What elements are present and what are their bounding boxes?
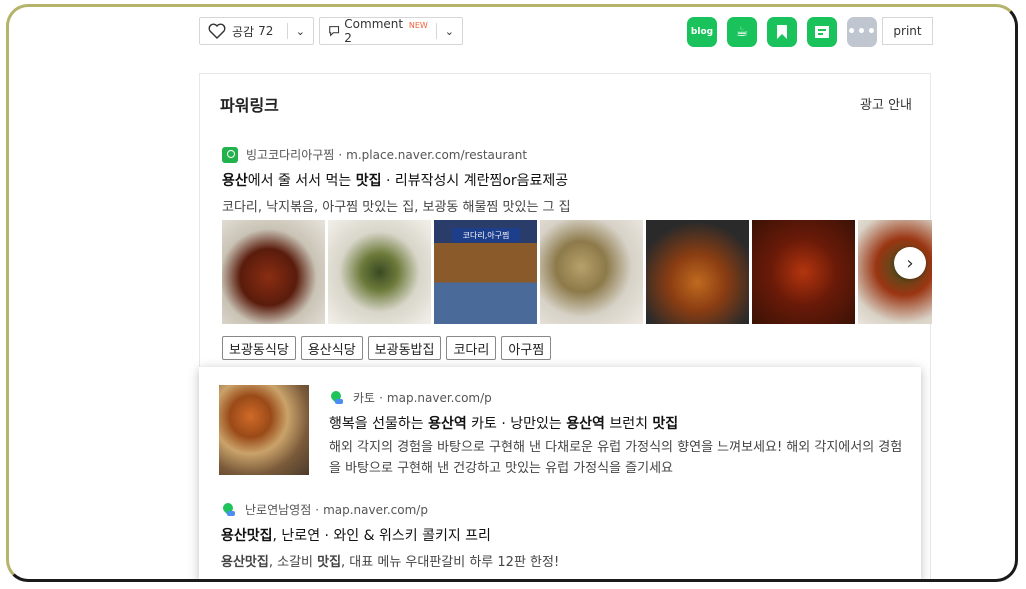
print-button[interactable]: print: [882, 17, 933, 45]
headline-keyword: 맛집: [652, 416, 679, 432]
more-icon: •••: [847, 24, 877, 40]
headline-keyword: 맛집: [355, 173, 382, 189]
heart-icon: [208, 23, 226, 39]
chevron-down-icon: ⌄: [295, 24, 305, 38]
like-dropdown[interactable]: ⌄: [288, 18, 313, 44]
blog-icon: blog: [690, 27, 714, 37]
ad-headline[interactable]: 행복을 선물하는 용산역 카토 · 낭만있는 용산역 브런치 맛집: [329, 413, 678, 433]
food-photo[interactable]: [328, 220, 431, 324]
share-memo-button[interactable]: [807, 17, 837, 47]
ad-site-url: map.naver.com/p: [323, 502, 428, 517]
tag-chip[interactable]: 용산식당: [300, 336, 363, 360]
ad-site-url: map.naver.com/p: [386, 390, 492, 405]
ad-site-name: 난로연남영점: [245, 503, 312, 517]
store-sign: 코다리,아구찜: [452, 228, 520, 242]
ad-tag-list: 보광동식당 용산식당 보광동밥집 코다리 아구찜: [222, 336, 552, 360]
post-toolbar: 공감 72 ⌄ Comment 2 NEW ⌄ blog ☕ ••• print: [199, 17, 933, 47]
ad-image-carousel: 코다리,아구찜: [222, 220, 932, 324]
share-cafe-button[interactable]: ☕: [727, 17, 757, 47]
tag-chip[interactable]: 보광동밥집: [367, 336, 442, 360]
map-pin-icon: [329, 390, 345, 406]
description-keyword: 맛집: [317, 555, 342, 570]
description-text: , 대표 메뉴 우대판갈비 하루 12판 한정!: [341, 555, 560, 570]
food-photo[interactable]: [219, 385, 309, 475]
headline-text: , 난로연 · 와인 & 위스키 콜키지 프리: [272, 528, 491, 544]
comment-button-group: Comment 2 NEW ⌄: [319, 17, 463, 45]
comment-dropdown[interactable]: ⌄: [437, 18, 462, 44]
ad-site-row[interactable]: 난로연남영점 · map.naver.com/p: [221, 501, 428, 518]
comment-icon: [329, 26, 340, 37]
tag-chip[interactable]: 아구찜: [501, 336, 552, 360]
headline-text: · 리뷰작성시 계란찜or음료제공: [381, 173, 569, 189]
share-blog-button[interactable]: blog: [687, 17, 717, 47]
ad-site-row[interactable]: 카토 · map.naver.com/p: [329, 389, 492, 406]
tag-chip[interactable]: 보광동식당: [222, 336, 296, 360]
ad-headline[interactable]: 용산맛집, 난로연 · 와인 & 위스키 콜키지 프리: [221, 525, 491, 545]
ad-info-link[interactable]: 광고 안내: [860, 94, 912, 113]
more-share-button[interactable]: •••: [847, 17, 877, 47]
food-photo[interactable]: [540, 220, 643, 324]
like-label: 공감: [232, 24, 255, 39]
headline-text: 에서 줄 서서 먹는: [247, 173, 356, 189]
like-count: 72: [258, 24, 274, 38]
place-icon: [222, 146, 238, 163]
comment-label: Comment 2: [344, 17, 404, 45]
ad-site-url: m.place.naver.com/restaurant: [346, 147, 528, 162]
headline-text: 카토 · 낭만있는: [466, 416, 567, 432]
ad-headline[interactable]: 용산에서 줄 서서 먹는 맛집 · 리뷰작성시 계란찜or음료제공: [222, 170, 568, 190]
chevron-right-icon: ›: [906, 252, 914, 274]
description-text: , 소갈비: [268, 555, 318, 570]
ad-site-name: 카토: [353, 391, 376, 405]
browser-frame: 공감 72 ⌄ Comment 2 NEW ⌄ blog ☕ ••• print…: [6, 4, 1018, 582]
ad-description: 용산맛집, 소갈비 맛집, 대표 메뉴 우대판갈비 하루 12판 한정!: [221, 551, 559, 570]
food-photo[interactable]: [222, 220, 325, 324]
memo-icon: [815, 26, 829, 38]
chevron-down-icon: ⌄: [444, 24, 454, 38]
comment-button[interactable]: Comment 2 NEW: [320, 17, 436, 45]
ad-description: 해외 각지의 경험을 바탕으로 구현해 낸 다채로운 유럽 가정식의 향연을 느…: [329, 440, 903, 476]
headline-text: 행복을 선물하는: [329, 416, 429, 432]
carousel-next-button[interactable]: ›: [894, 247, 926, 279]
headline-text: 브런치: [604, 416, 653, 432]
share-bookmark-button[interactable]: [767, 17, 797, 47]
powerlink-title: 파워링크: [220, 96, 279, 115]
headline-keyword: 용산역: [428, 416, 467, 432]
cafe-icon: ☕: [735, 24, 749, 40]
like-button[interactable]: 공감 72: [200, 18, 287, 44]
storefront-photo[interactable]: 코다리,아구찜: [434, 220, 537, 324]
food-photo[interactable]: [752, 220, 855, 324]
ad-site-row[interactable]: 빙고코다리아구찜 · m.place.naver.com/restaurant: [222, 146, 527, 163]
ad-description: 코다리, 낙지볶음, 아구찜 맛있는 집, 보광동 해물찜 맛있는 그 집: [222, 200, 571, 215]
headline-keyword: 용산역: [566, 416, 605, 432]
headline-keyword: 용산: [222, 173, 248, 189]
ad-site-name: 빙고코다리아구찜: [246, 148, 335, 162]
map-pin-icon: [221, 502, 237, 518]
highlighted-ad-card: 카토 · map.naver.com/p 행복을 선물하는 용산역 카토 · 낭…: [199, 367, 921, 579]
new-badge: NEW: [408, 20, 428, 30]
headline-keyword: 용산맛집: [221, 528, 273, 544]
bookmark-icon: [777, 25, 787, 39]
description-keyword: 용산맛집: [221, 555, 269, 570]
tag-chip[interactable]: 코다리: [446, 336, 497, 360]
like-button-group: 공감 72 ⌄: [199, 17, 314, 45]
food-photo[interactable]: [646, 220, 749, 324]
